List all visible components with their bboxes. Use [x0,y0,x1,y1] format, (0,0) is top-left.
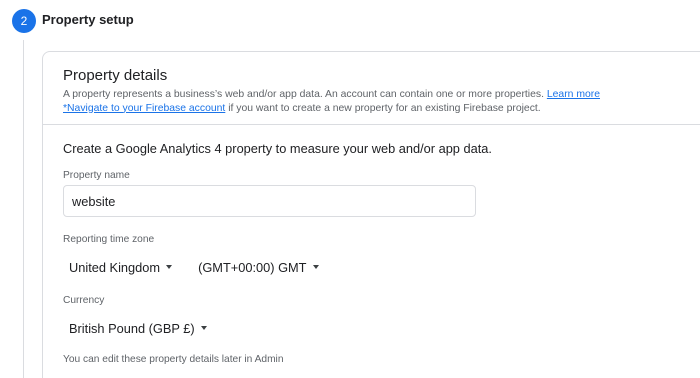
description-text: A property represents a business’s web a… [63,89,544,100]
currency-row: British Pound (GBP £) [63,312,691,344]
timezone-dropdown[interactable]: (GMT+00:00) GMT [192,251,324,283]
form-intro: Create a Google Analytics 4 property to … [63,141,492,156]
dropdown-arrow-icon [312,265,319,269]
currency-dropdown[interactable]: British Pound (GBP £) [63,312,213,344]
dropdown-arrow-icon [200,326,207,330]
card-header: Property details A property represents a… [43,52,700,125]
timezone-row: United Kingdom (GMT+00:00) GMT [63,251,691,283]
property-name-input[interactable] [63,185,476,217]
step-connector-line [23,40,24,378]
card-body: Create a Google Analytics 4 property to … [43,125,700,365]
timezone-value: (GMT+00:00) GMT [198,259,307,275]
edit-later-note: You can edit these property details late… [63,354,284,365]
description-suffix: if you want to create a new property for… [228,102,541,114]
timezone-label: Reporting time zone [63,234,155,245]
country-dropdown[interactable]: United Kingdom [63,251,178,283]
learn-more-link[interactable]: Learn more [547,89,600,100]
card-description: A property represents a business’s web a… [63,88,691,115]
property-name-label: Property name [63,170,130,181]
currency-value: British Pound (GBP £) [69,320,195,336]
card-title: Property details [63,67,168,84]
step-number-badge: 2 [12,9,36,33]
currency-label: Currency [63,295,105,306]
dropdown-arrow-icon [166,265,173,269]
property-details-card: Property details A property represents a… [42,51,700,378]
firebase-account-link[interactable]: *Navigate to your Firebase account [63,103,225,114]
country-value: United Kingdom [69,259,161,275]
step-title: Property setup [42,12,134,27]
